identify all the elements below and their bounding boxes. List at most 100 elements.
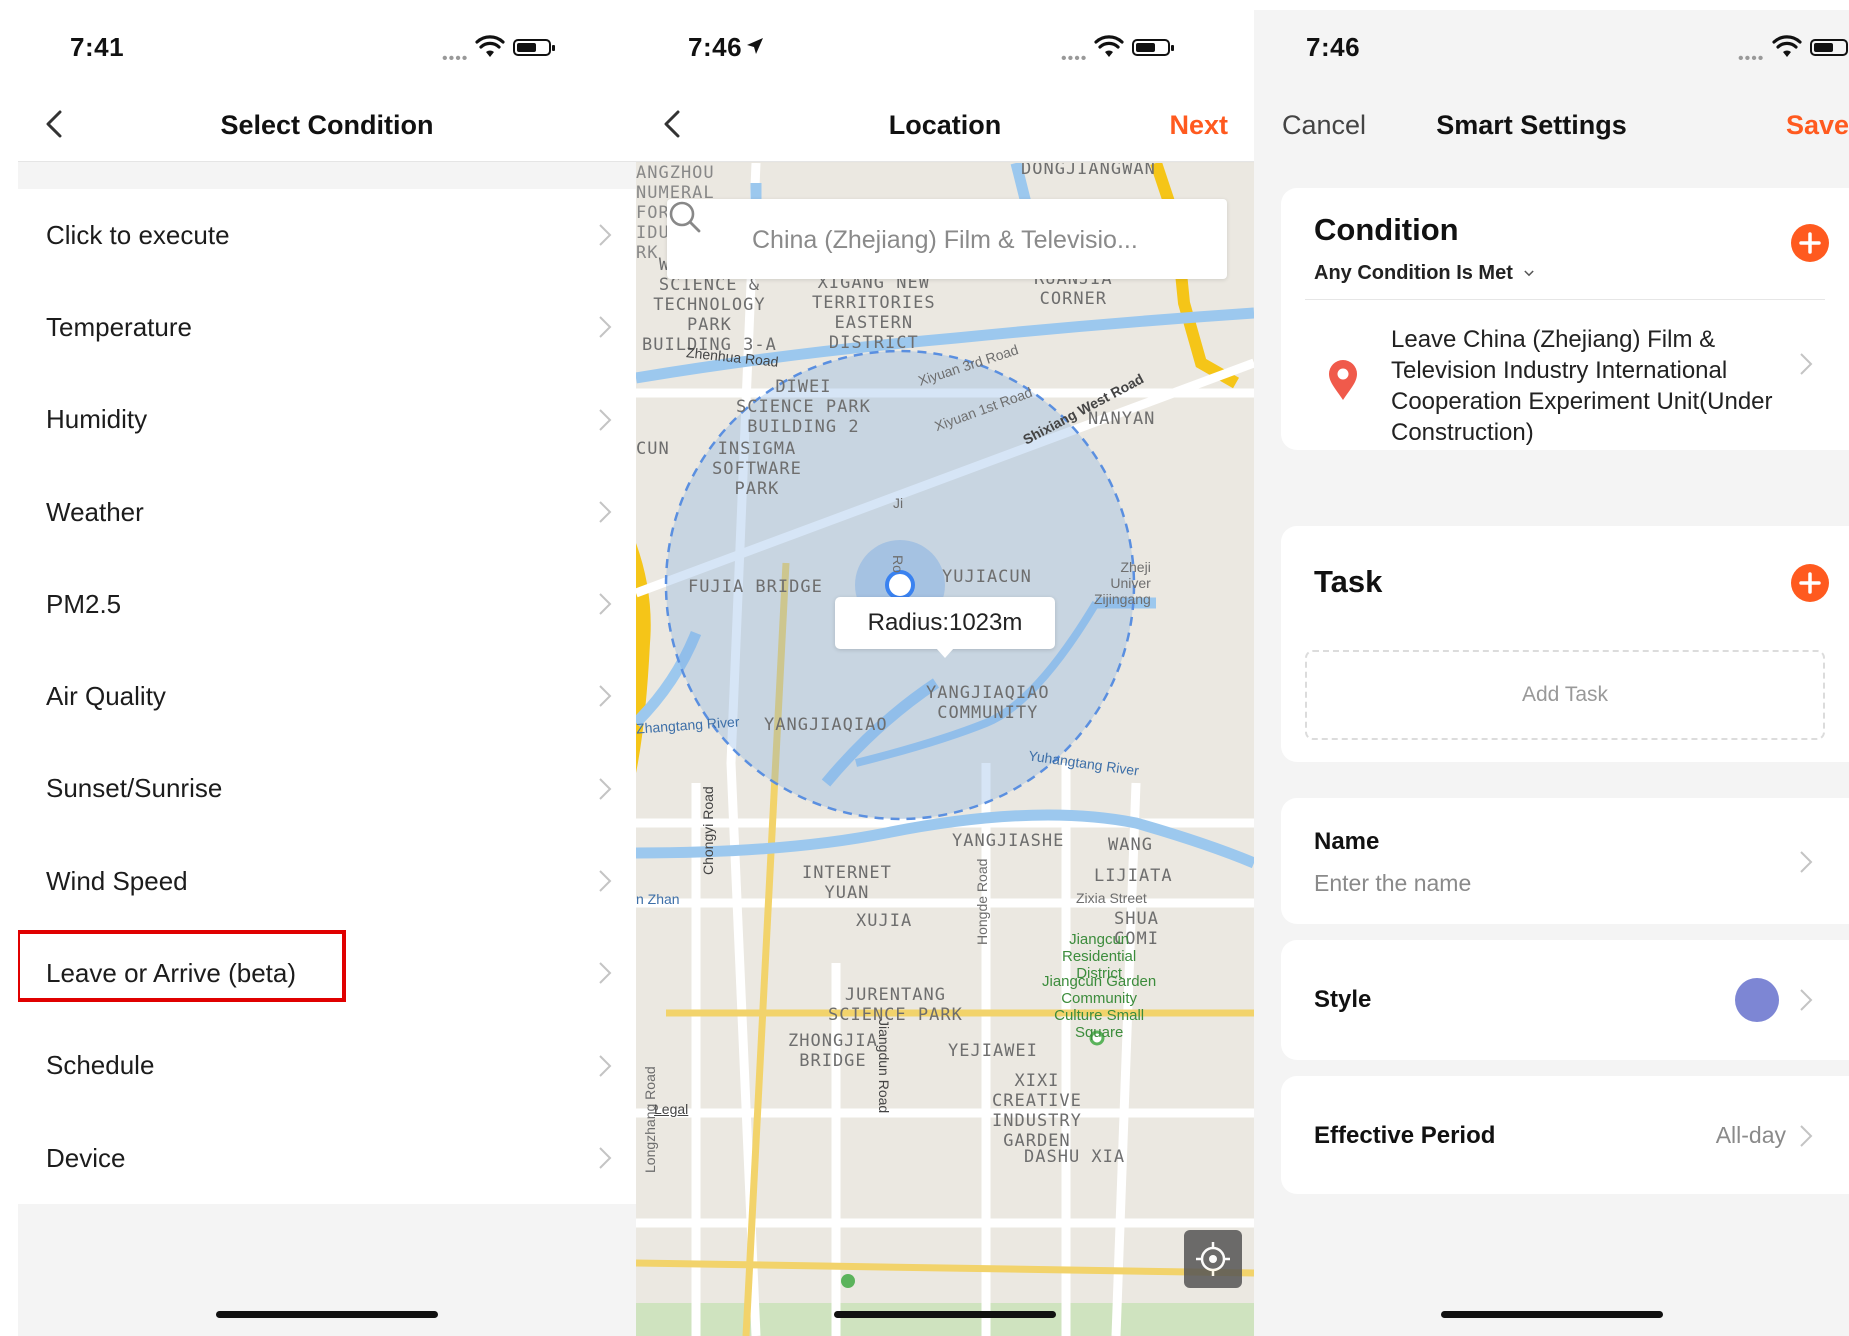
- map-label: CUN: [636, 439, 670, 459]
- battery-icon: [513, 39, 555, 56]
- condition-item-sunset-sunrise[interactable]: Sunset/Sunrise: [18, 743, 636, 835]
- condition-item-humidity[interactable]: Humidity: [18, 374, 636, 466]
- condition-item-label: Weather: [46, 496, 144, 527]
- effective-period-row[interactable]: Effective Period All-day: [1281, 1076, 1849, 1194]
- condition-item-text: Leave China (Zhejiang) Film & Television…: [1391, 326, 1773, 446]
- map-label: Longzhang Road: [642, 1066, 658, 1173]
- map-label: YANGJIAQIAO: [764, 715, 888, 735]
- style-row[interactable]: Style: [1281, 940, 1849, 1060]
- status-bar: 7:46 ••••: [636, 10, 1254, 80]
- page-title: Smart Settings: [1436, 110, 1627, 140]
- effective-period-value: All-day: [1715, 1122, 1786, 1148]
- signal-dots-icon: ••••: [1738, 50, 1765, 67]
- chevron-right-icon: [599, 685, 612, 708]
- map-label: Ji: [893, 495, 904, 511]
- condition-item-schedule[interactable]: Schedule: [18, 1020, 636, 1112]
- name-label: Name: [1314, 828, 1380, 855]
- style-color-swatch: [1735, 978, 1779, 1022]
- map-label: Hongde Road: [974, 858, 990, 945]
- map-label: Ro: [890, 555, 906, 573]
- chevron-down-icon: [1524, 270, 1535, 277]
- condition-match-value: Any Condition Is Met: [1314, 262, 1513, 284]
- divider: [1305, 299, 1825, 300]
- map-label: Zheji Univer Zijingang: [1094, 559, 1151, 607]
- task-heading: Task: [1314, 564, 1383, 599]
- condition-item-label: PM2.5: [46, 588, 122, 619]
- map-label: INSIGMA SOFTWARE PARK: [712, 439, 802, 499]
- condition-item-click-to-execute[interactable]: Click to execute: [18, 189, 636, 281]
- map-label: DIWEI SCIENCE PARK BUILDING 2: [736, 377, 871, 437]
- condition-item-label: Temperature: [46, 311, 192, 342]
- map-label: XIXI CREATIVE INDUSTRY GARDEN: [992, 1071, 1082, 1151]
- map-label: YANGJIASHE: [952, 831, 1065, 851]
- map-view[interactable]: ANGZHOU NUMERAL FOR IDU RK DONGJIANGWAN …: [636, 163, 1254, 1336]
- home-indicator: [1440, 1311, 1663, 1318]
- battery-icon: [1810, 39, 1848, 56]
- condition-item-label: Schedule: [46, 1050, 155, 1081]
- nav-bar: Cancel Smart Settings Save: [1254, 80, 1849, 162]
- condition-item-label: Click to execute: [46, 219, 230, 250]
- wifi-icon: [475, 35, 505, 57]
- nav-bar: Location Next: [636, 80, 1254, 162]
- name-row[interactable]: Name Enter the name: [1281, 798, 1849, 924]
- add-task-button[interactable]: Add Task: [1305, 650, 1825, 740]
- highlight-annotation-box: [18, 930, 346, 1002]
- chevron-right-icon: [599, 870, 612, 892]
- home-indicator: [834, 1311, 1056, 1318]
- map-label: YANGJIAQIAO COMMUNITY: [926, 683, 1050, 723]
- condition-item-device[interactable]: Device: [18, 1112, 636, 1204]
- location-arrow-icon: [747, 38, 763, 54]
- map-label: XIGANG NEW TERRITORIES EASTERN DISTRICT: [812, 273, 936, 353]
- condition-heading: Condition: [1314, 212, 1459, 247]
- wifi-icon: [1772, 35, 1802, 57]
- legal-link[interactable]: Legal: [654, 1099, 688, 1119]
- home-indicator: [216, 1311, 438, 1318]
- search-icon: [669, 201, 701, 233]
- condition-item-temperature[interactable]: Temperature: [18, 281, 636, 373]
- condition-item-air-quality[interactable]: Air Quality: [18, 650, 636, 742]
- chevron-right-icon: [599, 593, 612, 615]
- map-label: DONGJIANGWAN: [1021, 163, 1156, 179]
- condition-item-pm25[interactable]: PM2.5: [18, 558, 636, 650]
- task-card: Task Add Task: [1281, 526, 1849, 762]
- plus-icon: [1799, 572, 1821, 594]
- chevron-right-icon: [1800, 1125, 1813, 1147]
- chevron-right-icon: [599, 501, 612, 523]
- add-condition-button[interactable]: [1791, 224, 1829, 262]
- condition-item-weather[interactable]: Weather: [18, 466, 636, 558]
- chevron-right-icon: [1800, 989, 1813, 1011]
- page-title: Location: [888, 110, 1002, 140]
- condition-item-wind-speed[interactable]: Wind Speed: [18, 835, 636, 927]
- status-bar: 7:46 ••••: [1254, 10, 1849, 80]
- status-time: 7:41: [70, 32, 125, 62]
- save-button[interactable]: Save: [1786, 110, 1849, 141]
- location-search-input[interactable]: China (Zhejiang) Film & Televisio...: [667, 199, 1227, 279]
- condition-item-label: Wind Speed: [46, 865, 188, 896]
- add-task-plus-button[interactable]: [1791, 564, 1829, 602]
- chevron-right-icon: [1800, 851, 1813, 873]
- chevron-right-icon: [599, 408, 612, 431]
- battery-icon: [1132, 39, 1174, 56]
- condition-card: Condition Any Condition Is Met Leave Chi…: [1281, 188, 1849, 450]
- status-bar: 7:41 ••••: [18, 10, 636, 80]
- map-label: YUJIACUN: [942, 567, 1032, 587]
- radius-label: Radius:1023m: [835, 597, 1055, 658]
- condition-list: Click to execute Temperature Humidity We…: [18, 189, 636, 1205]
- map-label: FUJIA BRIDGE: [688, 577, 823, 597]
- condition-item-label: Sunset/Sunrise: [46, 773, 223, 804]
- smart-settings-screen: 7:46 •••• Cancel Smart Settings Save Con…: [1254, 10, 1849, 1336]
- chevron-right-icon: [599, 316, 612, 339]
- chevron-right-icon: [599, 962, 612, 985]
- location-pin-icon: [1329, 360, 1357, 400]
- condition-item-label: Device: [46, 1142, 126, 1173]
- name-input[interactable]: Enter the name: [1314, 870, 1471, 897]
- next-button[interactable]: Next: [1169, 110, 1228, 141]
- locate-me-button[interactable]: [1184, 1230, 1242, 1288]
- map-label: LIJIATA: [1094, 866, 1173, 886]
- map-label: XUJIA: [856, 911, 913, 931]
- condition-item-label: Air Quality: [46, 681, 166, 712]
- status-time: 7:46: [1306, 32, 1361, 62]
- location-screen: 7:46 •••• Location Next ANGZHOU NUMERAL …: [636, 10, 1254, 1336]
- map-label: DASHU XIA: [1024, 1147, 1126, 1167]
- condition-match-dropdown[interactable]: Any Condition Is Met: [1314, 262, 1535, 285]
